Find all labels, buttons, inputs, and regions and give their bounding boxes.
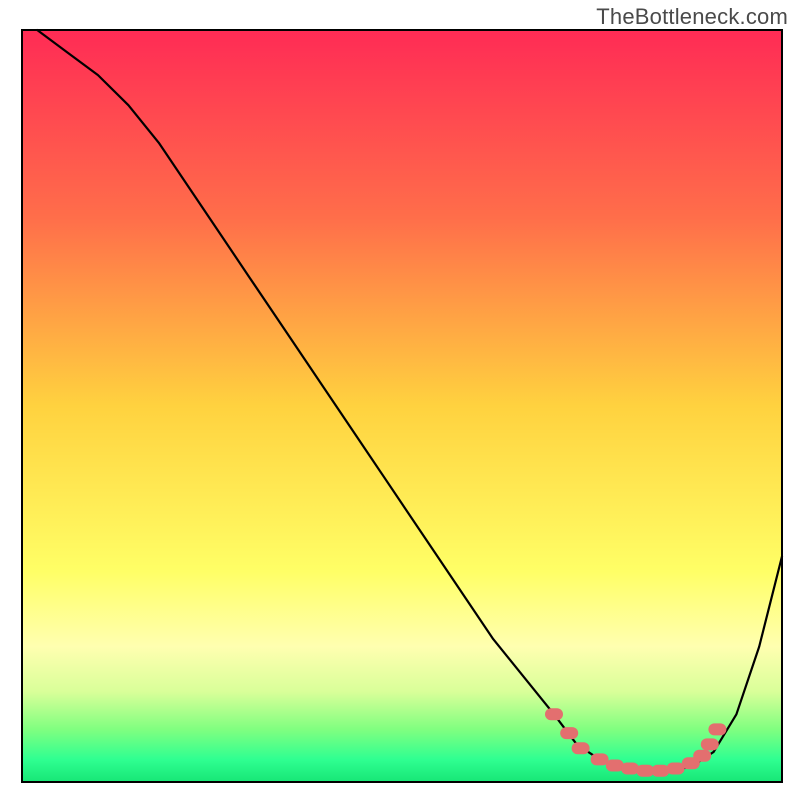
marker-dot bbox=[606, 760, 624, 772]
gradient-background bbox=[22, 30, 782, 782]
marker-dot bbox=[651, 765, 669, 777]
watermark-text: TheBottleneck.com bbox=[596, 4, 788, 30]
plot-area bbox=[22, 30, 782, 782]
marker-dot bbox=[701, 738, 719, 750]
chart-container: TheBottleneck.com bbox=[0, 0, 800, 800]
marker-dot bbox=[708, 723, 726, 735]
marker-dot bbox=[560, 727, 578, 739]
marker-dot bbox=[621, 763, 639, 775]
marker-dot bbox=[693, 750, 711, 762]
bottleneck-chart bbox=[0, 0, 800, 800]
marker-dot bbox=[545, 708, 563, 720]
marker-dot bbox=[591, 753, 609, 765]
marker-dot bbox=[572, 742, 590, 754]
marker-dot bbox=[667, 763, 685, 775]
